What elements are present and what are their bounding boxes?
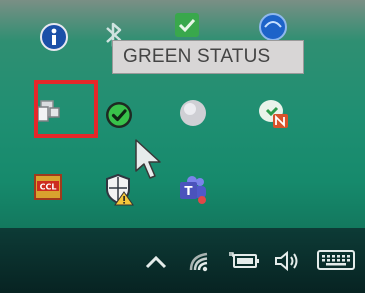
keyboard-icon[interactable] [314, 244, 358, 276]
svg-text:T: T [184, 184, 193, 198]
battery-icon[interactable] [226, 246, 262, 276]
blue-globe-app-icon[interactable] [256, 10, 290, 44]
teams-icon[interactable]: T [176, 172, 210, 206]
taskbar [0, 228, 365, 293]
green-status-icon[interactable] [102, 98, 136, 132]
wifi-icon[interactable] [186, 246, 214, 276]
notes-n-icon[interactable] [256, 96, 290, 130]
mouse-cursor [133, 138, 165, 182]
hidden-icons-flyout: GREEN STATUS CCL T [0, 0, 365, 228]
windows-security-warning-icon[interactable] [102, 172, 136, 206]
svg-text:CCL: CCL [40, 183, 57, 192]
chevron-up-icon[interactable] [142, 248, 170, 276]
gray-circle-icon[interactable] [176, 96, 210, 130]
ccl-app-icon[interactable]: CCL [31, 170, 65, 204]
highlight-box [34, 80, 98, 138]
tooltip: GREEN STATUS [112, 40, 304, 74]
green-check-app-icon[interactable] [170, 8, 204, 42]
info-icon[interactable] [37, 20, 71, 54]
volume-icon[interactable] [270, 246, 304, 276]
desktop-screen: GREEN STATUS CCL T [0, 0, 365, 293]
